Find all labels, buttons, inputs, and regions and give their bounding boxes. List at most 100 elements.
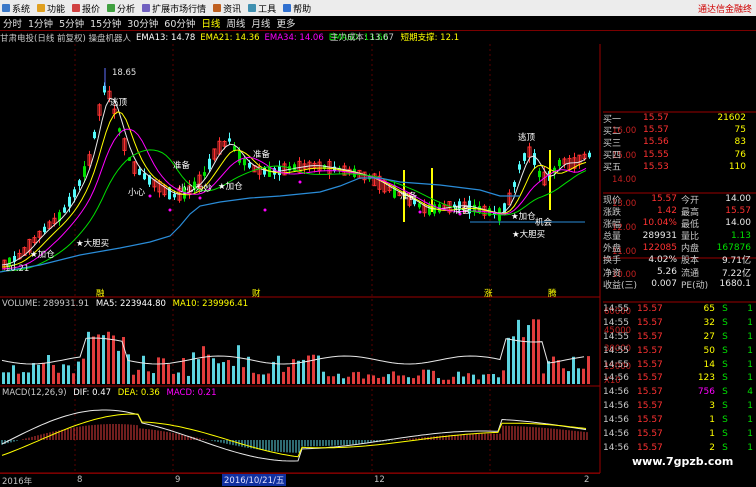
volume-bar <box>407 377 410 384</box>
trade-volume: 123 <box>697 373 715 384</box>
volume-value: VOLUME: 289931.91 <box>2 299 90 309</box>
candle-body <box>513 182 516 187</box>
stat-label: 总量 <box>603 232 622 243</box>
volume-bar <box>457 371 460 384</box>
bottom-marker-2: 财 <box>252 289 261 299</box>
trade-time: 14:55 <box>603 359 629 370</box>
trade-count: 1 <box>747 331 753 342</box>
volume-bar <box>92 336 95 384</box>
volume-bar <box>542 373 545 384</box>
stat-label-2: 量比 <box>681 232 700 243</box>
dea-line <box>1 413 587 458</box>
trade-price: 15.57 <box>637 331 663 342</box>
signal-dot <box>148 194 152 198</box>
bid-label: 买一 <box>603 114 622 125</box>
volume-bar <box>257 374 260 384</box>
trade-volume: 32 <box>703 317 715 328</box>
trade-time: 14:56 <box>603 428 629 439</box>
volume-bar <box>377 377 380 384</box>
low-label: 10.21 <box>5 264 30 274</box>
stat-label: 涨跌 <box>603 207 622 218</box>
volume-bar <box>337 373 340 384</box>
volume-bar <box>152 373 155 384</box>
volume-bar <box>157 357 160 384</box>
dif-line <box>1 409 587 462</box>
volume-bar <box>207 354 210 384</box>
bottom-marker-3: 涨 <box>484 289 493 299</box>
volume-bar <box>162 358 165 384</box>
support-line <box>0 177 520 273</box>
volume-bar <box>222 362 225 384</box>
add-signal-1: ★加仓 <box>30 250 55 260</box>
volume-bar <box>202 346 205 384</box>
trade-price: 15.57 <box>637 428 663 439</box>
trade-volume: 1 <box>709 415 715 426</box>
volume-bar <box>7 372 10 384</box>
volume-bar <box>172 373 175 384</box>
volume-bar <box>232 365 235 384</box>
stat-label-2: 最低 <box>681 219 700 230</box>
date-tick-year: 2016年 <box>2 477 33 487</box>
volume-bar <box>192 352 195 384</box>
volume-bar <box>212 358 215 384</box>
trade-price: 15.57 <box>637 401 663 412</box>
trade-time: 14:55 <box>603 331 629 342</box>
stats-list: 现价 15.57 今开 14.00 涨跌 1.42 最高 15.57 涨幅 10.0… <box>603 193 756 291</box>
volume-bar <box>497 377 500 384</box>
candle-body <box>43 226 46 233</box>
candle-body <box>418 203 421 208</box>
volume-bar <box>182 358 185 384</box>
macd-dif: DIF: 0.47 <box>73 388 112 398</box>
volume-ma10: MA10: 239996.41 <box>172 299 249 309</box>
volume-bar <box>582 368 585 384</box>
volume-bar <box>422 369 425 384</box>
date-cursor: 2016/10/21/五 <box>222 474 287 486</box>
trade-list[interactable]: 14:55 15.57 65 S 1 14:55 15.57 32 S 1 14:5… <box>603 302 756 462</box>
volume-bar <box>587 356 590 384</box>
volume-bar <box>462 376 465 384</box>
trade-side: S <box>722 331 728 342</box>
stat-label: 现价 <box>603 195 622 206</box>
trade-time: 14:56 <box>603 387 629 398</box>
volume-bar <box>287 366 290 384</box>
volume-bar <box>527 325 530 384</box>
volume-bar <box>267 373 270 384</box>
candle-body <box>63 207 66 213</box>
bid-label: 买五 <box>603 163 622 174</box>
trade-time: 14:56 <box>603 415 629 426</box>
stat-value-2: 15.57 <box>725 206 751 217</box>
volume-bar <box>357 371 360 384</box>
very-careful-signal: 小心为妙 <box>178 184 213 194</box>
opportunity-signal: 机会 <box>535 218 553 228</box>
trade-volume: 3 <box>709 401 715 412</box>
macd-layer <box>1 409 588 462</box>
volume-bar <box>392 371 395 384</box>
trade-side: S <box>722 373 728 384</box>
stat-value-2: 14.00 <box>725 218 751 229</box>
bid-price: 15.53 <box>643 161 669 172</box>
volume-bar <box>387 374 390 384</box>
candle-body <box>248 163 251 168</box>
volume-bar <box>437 378 440 384</box>
signal-dot <box>168 208 172 212</box>
stat-value: 122085 <box>642 242 677 253</box>
trade-count: 1 <box>747 373 753 384</box>
top-signal-1: 逃顶 <box>110 98 128 108</box>
volume-bar <box>332 376 335 384</box>
volume-bar <box>12 365 15 384</box>
stat-value: 289931 <box>642 230 677 241</box>
volume-layer <box>1 319 590 384</box>
candle-body <box>138 169 141 175</box>
volume-header: VOLUME: 289931.91 MA5: 223944.80 MA10: 2… <box>2 299 248 309</box>
volume-ma5: MA5: 223944.80 <box>95 299 166 309</box>
trade-side: S <box>722 415 728 426</box>
trade-side: S <box>722 317 728 328</box>
volume-bar <box>342 378 345 384</box>
candle-body <box>68 196 71 207</box>
trade-time: 14:55 <box>603 303 629 314</box>
trade-volume: 65 <box>703 303 715 314</box>
bid-row: 买三 15.56 83 <box>603 136 756 149</box>
volume-bar <box>477 379 480 384</box>
trade-price: 15.57 <box>637 345 663 356</box>
trade-price: 15.57 <box>637 387 663 398</box>
